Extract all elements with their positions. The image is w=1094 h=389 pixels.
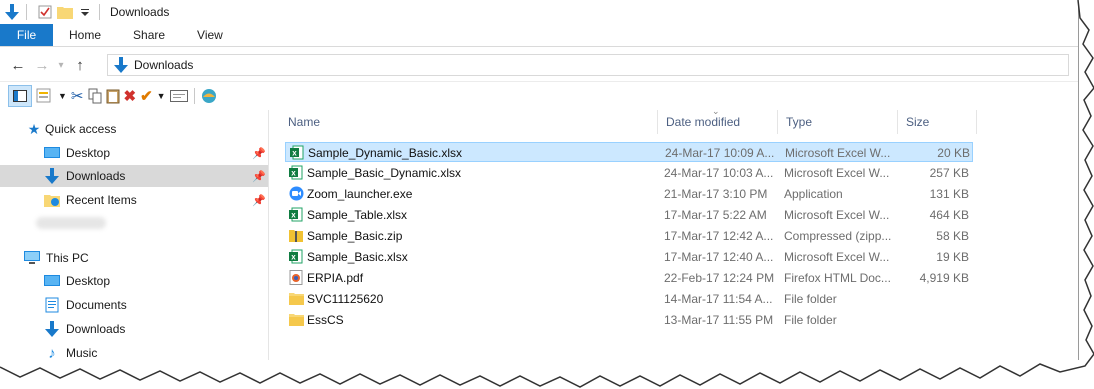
torn-edge-border [0, 0, 1094, 389]
